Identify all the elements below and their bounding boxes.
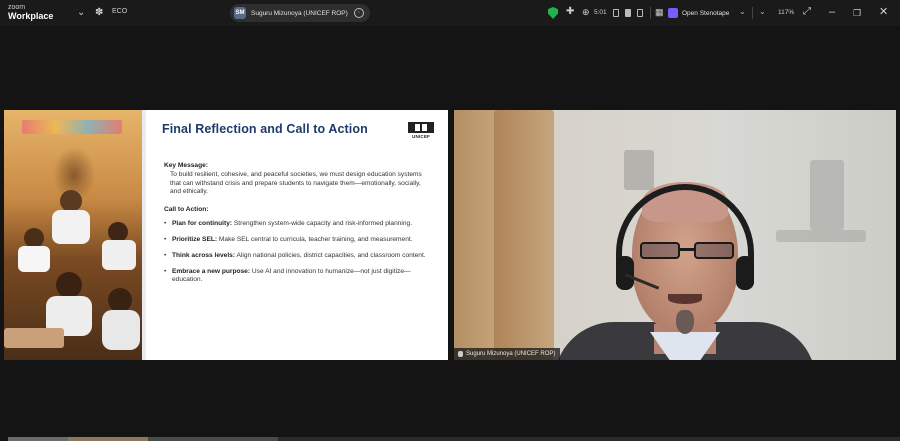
app-brand: zoom Workplace [8, 3, 53, 21]
brand-bottom: Workplace [8, 11, 54, 21]
tablet-icon[interactable] [637, 9, 643, 17]
participant-name: Suguru Mizunoya (UNICEF ROP) [466, 351, 556, 357]
stenotape-icon [668, 8, 678, 18]
status-text: 5:01 [594, 9, 607, 16]
close-icon[interactable]: ✕ [879, 5, 888, 19]
speaker-name: Suguru Mizunoya (UNICEF ROP) [251, 9, 348, 17]
shared-slide: Final Reflection and Call to Action UNIC… [4, 110, 448, 360]
unicef-logo: UNICEF [408, 122, 434, 140]
active-speaker-pill[interactable]: SM Suguru Mizunoya (UNICEF ROP) ◦ [230, 4, 370, 22]
eco-label: ECO [112, 8, 128, 15]
call-to-action-heading: Call to Action: [164, 205, 209, 213]
slide-title: Final Reflection and Call to Action [162, 122, 368, 136]
minimize-icon[interactable]: – [829, 5, 835, 19]
list-item: • Embrace a new purpose: Use AI and innov… [164, 267, 411, 284]
grid-icon[interactable]: ▦ [655, 7, 664, 17]
call-to-action-list: • Plan for continuity: Strengthen system-… [164, 220, 426, 285]
open-stenotape-button[interactable]: Open Stenotape [668, 8, 729, 18]
title-bar: zoom Workplace ⌄ ✽ ECO SM Suguru Mizunoy… [0, 0, 900, 26]
zoom-level[interactable]: 117% [778, 9, 794, 16]
logo-text: UNICEF [412, 134, 430, 139]
shield-icon[interactable] [548, 7, 558, 19]
divider [752, 7, 753, 19]
slide-divider [142, 110, 146, 360]
participant-name-tag: Suguru Mizunoya (UNICEF ROP) [454, 348, 561, 360]
speaker-view-icon[interactable]: ◦ [353, 8, 364, 18]
battery-icon [625, 9, 631, 17]
glasses [640, 242, 734, 260]
paw-icon[interactable]: ✽ [95, 8, 103, 18]
chevron-down-icon[interactable]: ⌄ [739, 7, 746, 16]
list-item: • Plan for continuity: Strengthen system-… [164, 220, 413, 228]
puzzle-icon[interactable]: ✚ [566, 7, 574, 17]
chevron-down-icon[interactable]: ⌄ [77, 8, 85, 18]
phone-icon[interactable] [613, 9, 619, 17]
chevron-down-icon[interactable]: ⌄ [759, 7, 766, 16]
speaker-avatar: SM [234, 7, 246, 19]
open-stenotape-label: Open Stenotape [682, 9, 730, 17]
list-item: • Prioritize SEL: Make SEL central to cur… [164, 235, 413, 243]
key-message-body: To build resilient, cohesive, and peacef… [170, 171, 422, 196]
list-item: • Think across levels: Align national pol… [164, 251, 426, 259]
microphone-icon [458, 351, 463, 357]
headset [616, 184, 754, 284]
participant-video[interactable]: Suguru Mizunoya (UNICEF ROP) [454, 110, 896, 360]
classroom-photo [4, 110, 142, 360]
slide-body: Key Message: To build resilient, cohesiv… [164, 162, 426, 292]
maximize-icon[interactable]: ❐ [853, 6, 861, 20]
key-message-heading: Key Message: [164, 162, 208, 169]
thumbnail-strip [0, 437, 900, 441]
divider [650, 7, 651, 19]
expand-icon[interactable]: ⤢ [803, 7, 811, 17]
lock-icon: ⊕ [582, 7, 590, 17]
